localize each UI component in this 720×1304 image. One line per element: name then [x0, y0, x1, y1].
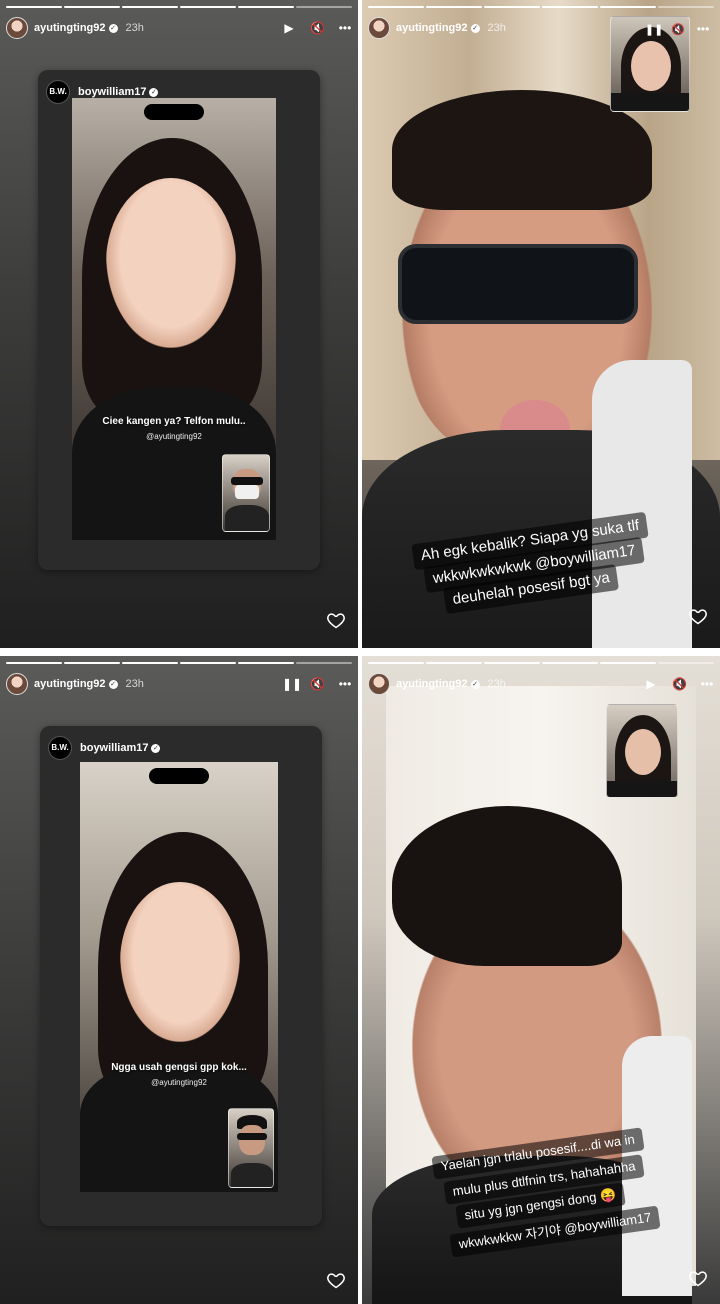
story-username[interactable]: ayutingting92: [396, 678, 468, 690]
mute-icon[interactable]: 🔇: [310, 677, 325, 691]
caption-mention[interactable]: @ayutingting92: [72, 432, 276, 441]
story-panel-3[interactable]: ayutingting92 ✓ 23h ❚❚ 🔇 ••• B.W. boywil…: [0, 656, 358, 1304]
mute-icon[interactable]: 🔇: [671, 23, 685, 36]
video-call-pip: [222, 454, 270, 532]
story-header: ayutingting92 ✓ 23h: [368, 16, 630, 40]
more-options-icon[interactable]: •••: [338, 21, 352, 35]
heart-icon[interactable]: [326, 1270, 346, 1290]
story-header: ayutingting92 ✓ 23h ▶ 🔇 •••: [368, 672, 714, 696]
story-caption: Ciee kangen ya? Telfon mulu..: [102, 416, 246, 427]
reshare-username[interactable]: boywilliam17: [78, 86, 146, 98]
verified-badge-icon: ✓: [470, 23, 480, 33]
heart-icon[interactable]: [688, 606, 708, 626]
verified-badge-icon: ✓: [470, 679, 480, 689]
heart-icon[interactable]: [688, 1268, 708, 1288]
story-username[interactable]: ayutingting92: [34, 22, 106, 34]
verified-badge-icon: ✓: [149, 87, 159, 97]
heart-icon[interactable]: [326, 610, 346, 630]
profile-avatar[interactable]: [6, 17, 28, 39]
reshare-avatar[interactable]: B.W.: [46, 80, 70, 104]
reshare-username[interactable]: boywilliam17: [80, 742, 148, 754]
reshared-photo: Ngga usah gengsi gpp kok... @ayutingting…: [80, 762, 278, 1192]
reshared-story-card[interactable]: B.W. boywilliam17 ✓ Ngga usah gengsi gpp…: [40, 726, 322, 1226]
mute-icon[interactable]: 🔇: [310, 21, 325, 35]
story-timestamp: 23h: [125, 678, 144, 690]
story-username[interactable]: ayutingting92: [396, 22, 468, 34]
pause-icon[interactable]: ❚❚: [645, 23, 663, 36]
mute-icon[interactable]: 🔇: [672, 677, 687, 691]
story-timestamp: 23h: [487, 678, 506, 690]
story-username[interactable]: ayutingting92: [34, 678, 106, 690]
story-progress-bar: [368, 6, 714, 8]
phone-notch: [149, 768, 209, 784]
story-header: ayutingting92 ✓ 23h ▶ 🔇 •••: [6, 16, 352, 40]
play-icon[interactable]: ▶: [282, 21, 296, 35]
more-options-icon[interactable]: •••: [700, 677, 714, 691]
story-panel-1[interactable]: ayutingting92 ✓ 23h ▶ 🔇 ••• B.W. boywill…: [0, 0, 358, 648]
reshared-photo: Ciee kangen ya? Telfon mulu.. @ayutingti…: [72, 98, 276, 540]
play-icon[interactable]: ▶: [644, 677, 658, 691]
story-progress-bar: [6, 6, 352, 8]
verified-badge-icon: ✓: [108, 23, 118, 33]
profile-avatar[interactable]: [6, 673, 28, 695]
caption-mention[interactable]: @ayutingting92: [80, 1078, 278, 1087]
reshared-story-card[interactable]: B.W. boywilliam17 ✓ Ciee kangen ya? Telf…: [38, 70, 320, 570]
more-options-icon[interactable]: •••: [338, 677, 352, 691]
more-options-icon[interactable]: •••: [696, 22, 710, 36]
woman-face: [106, 178, 236, 348]
story-timestamp: 23h: [487, 22, 506, 34]
video-call-pip: ❚❚ 🔇: [610, 16, 690, 112]
story-panel-2[interactable]: ayutingting92 ✓ 23h ❚❚ 🔇 ••• Ah egk keba…: [362, 0, 720, 648]
story-panel-4[interactable]: ayutingting92 ✓ 23h ▶ 🔇 ••• Yaelah jgn t…: [362, 656, 720, 1304]
reshare-avatar[interactable]: B.W.: [48, 736, 72, 760]
story-timestamp: 23h: [125, 22, 144, 34]
profile-avatar[interactable]: [368, 673, 390, 695]
video-call-pip: [606, 704, 678, 798]
woman-face: [120, 882, 240, 1042]
pause-icon[interactable]: ❚❚: [282, 677, 302, 691]
verified-badge-icon: ✓: [108, 679, 118, 689]
story-header: ayutingting92 ✓ 23h ❚❚ 🔇 •••: [6, 672, 352, 696]
story-progress-bar: [368, 662, 714, 664]
video-call-pip: [228, 1108, 274, 1188]
story-progress-bar: [6, 662, 352, 664]
verified-badge-icon: ✓: [151, 743, 161, 753]
profile-avatar[interactable]: [368, 17, 390, 39]
story-caption: Ngga usah gengsi gpp kok...: [111, 1062, 247, 1073]
phone-notch: [144, 104, 204, 120]
